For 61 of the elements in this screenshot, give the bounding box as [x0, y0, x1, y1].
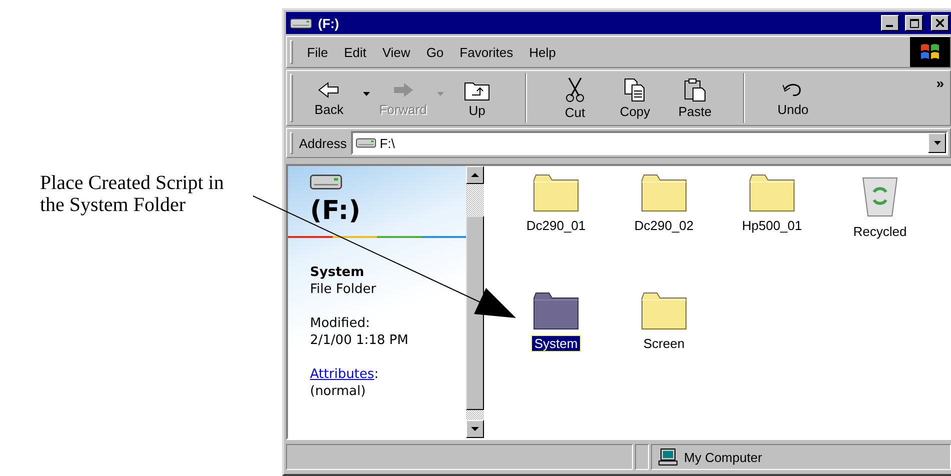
window-title: (F:): [318, 16, 340, 30]
caret-icon: [362, 92, 370, 96]
computer-icon: [658, 448, 678, 466]
caret-icon: [436, 92, 444, 96]
item-name: System: [310, 264, 366, 281]
file-label[interactable]: Recycled: [851, 224, 909, 239]
address-label: Address: [299, 136, 348, 150]
menu-item[interactable]: File: [299, 38, 336, 66]
drive-icon: [290, 18, 312, 28]
more-chevron[interactable]: »: [930, 71, 950, 95]
file-label[interactable]: Screen: [641, 336, 687, 351]
callout-text: Place Created Script in the System Folder: [40, 172, 225, 216]
scroll-up-button[interactable]: [466, 166, 484, 184]
attributes-link[interactable]: Attributes: [310, 367, 374, 382]
folder-icon: [533, 172, 579, 212]
scroll-thumb[interactable]: [466, 216, 484, 410]
modified-label: Modified:: [310, 315, 371, 332]
folder-icon: [641, 172, 687, 212]
toolbar-button[interactable]: Copy: [605, 71, 665, 125]
up-triangle-icon: [471, 173, 479, 177]
toolbar-button[interactable]: Back: [299, 71, 359, 125]
drive-icon: [310, 174, 342, 190]
toolbar-button[interactable]: Undo: [763, 71, 823, 125]
file-label[interactable]: Hp500_01: [740, 218, 804, 233]
scroll-down-button[interactable]: [466, 420, 484, 438]
toolbar-button[interactable]: Up: [447, 71, 507, 125]
folder-icon: [533, 290, 579, 330]
menu-item[interactable]: Favorites: [452, 38, 522, 66]
toolbar-button[interactable]: Cut: [545, 71, 605, 125]
down-triangle-icon: [471, 427, 479, 431]
scissors-icon: [565, 76, 585, 102]
minimize-button[interactable]: [881, 15, 899, 31]
menu-item[interactable]: Help: [521, 38, 564, 66]
close-icon: [936, 19, 944, 27]
drive-icon: [356, 138, 376, 148]
file-label[interactable]: System: [532, 336, 580, 351]
maximize-icon: [910, 18, 918, 28]
drive-title: (F:): [310, 196, 362, 226]
left-arrow-icon: [317, 80, 341, 100]
item-type: File Folder: [310, 281, 378, 298]
caret-icon: [934, 141, 940, 145]
folder-icon: [641, 290, 687, 330]
folder-icon: [749, 172, 795, 212]
address-field[interactable]: F:\: [350, 131, 948, 155]
dropdown-button[interactable]: [928, 133, 946, 153]
colon-text: :: [374, 367, 379, 382]
toolbar-button[interactable]: Paste: [665, 71, 725, 125]
menu-item[interactable]: View: [374, 38, 418, 66]
status-text: My Computer: [684, 450, 762, 464]
close-button[interactable]: [931, 15, 949, 31]
file-label[interactable]: Dc290_02: [632, 218, 696, 233]
clipboard-icon: [684, 78, 706, 102]
status-pane: [635, 444, 649, 470]
copy-icon: [624, 78, 646, 102]
menu-item[interactable]: Edit: [336, 38, 374, 66]
modified-date: 2/1/00 1:18 PM: [310, 332, 410, 349]
attributes-value: (normal): [310, 383, 367, 400]
menu-item[interactable]: Go: [418, 38, 452, 66]
windows-logo-icon: [919, 42, 941, 62]
file-label[interactable]: Dc290_01: [524, 218, 588, 233]
maximize-button[interactable]: [905, 15, 923, 31]
